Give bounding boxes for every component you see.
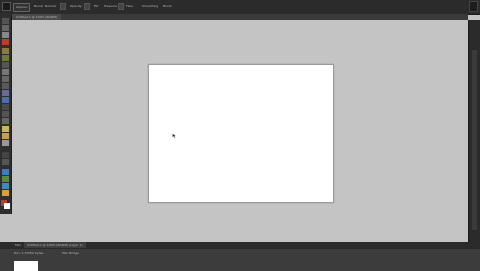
eraser-icon[interactable]: [2, 90, 9, 96]
vertical-scrollbar[interactable]: [472, 50, 477, 230]
file-button[interactable]: Arquivo: [13, 3, 31, 12]
move-icon[interactable]: [2, 18, 9, 24]
brush-mode-select[interactable]: Normal: [45, 3, 56, 10]
cursor-icon: [172, 133, 177, 139]
brush-preset-icon[interactable]: [60, 3, 66, 10]
brush-label: Brush:: [34, 4, 44, 8]
tools-panel: [0, 14, 12, 214]
mini-bridge-label[interactable]: Mini Bridge: [62, 251, 79, 255]
background-color-swatch[interactable]: [4, 203, 10, 209]
eyedropper-icon[interactable]: [2, 55, 9, 61]
pen-icon[interactable]: [2, 118, 9, 124]
doc-size-status: Doc: 1.37M/0 bytes: [14, 251, 44, 255]
screen-mode-icon[interactable]: [2, 190, 9, 196]
history-brush-icon[interactable]: [2, 83, 9, 89]
swap-colors-icon[interactable]: [2, 176, 9, 182]
hand-icon[interactable]: [2, 152, 9, 158]
opacity-label[interactable]: Opacity:: [70, 3, 82, 10]
airbrush-icon[interactable]: [118, 3, 124, 10]
pressure-label[interactable]: Pressure: [104, 3, 117, 10]
clone-stamp-icon[interactable]: [2, 76, 9, 82]
smoothing-label[interactable]: Smoothing: [142, 3, 158, 10]
zoom-icon[interactable]: [2, 159, 9, 165]
flow-label[interactable]: Flow: [126, 3, 133, 10]
quick-mask-icon[interactable]: [2, 183, 9, 189]
brush-icon[interactable]: [2, 69, 9, 75]
healing-icon[interactable]: [2, 62, 9, 68]
type-icon[interactable]: [2, 126, 9, 132]
options-bar: Arquivo Brush: Normal Opacity: Fill: Pre…: [0, 0, 480, 15]
status-bar: Doc: 1.37M/0 bytes Mini Bridge: [0, 248, 480, 271]
gradient-icon[interactable]: [2, 97, 9, 103]
quick-select-icon[interactable]: [2, 39, 9, 45]
dodge-icon[interactable]: [2, 111, 9, 117]
crop-icon[interactable]: [2, 48, 9, 54]
right-panel-dock: [468, 20, 480, 242]
pressure-opacity-icon[interactable]: [84, 3, 90, 10]
path-select-icon[interactable]: [2, 133, 9, 139]
marquee-icon[interactable]: [2, 25, 9, 31]
app-logo-icon: [2, 2, 11, 11]
brush-tip-label[interactable]: Brush: [163, 3, 172, 10]
fill-label[interactable]: Fill:: [94, 3, 99, 10]
color-picker-icon[interactable]: [2, 169, 9, 175]
document-canvas[interactable]: [148, 64, 334, 203]
lasso-icon[interactable]: [2, 32, 9, 38]
shape-icon[interactable]: [2, 140, 9, 146]
blur-icon[interactable]: [2, 104, 9, 110]
canvas-area[interactable]: [12, 20, 468, 242]
workspace-switcher-button[interactable]: [469, 1, 478, 12]
